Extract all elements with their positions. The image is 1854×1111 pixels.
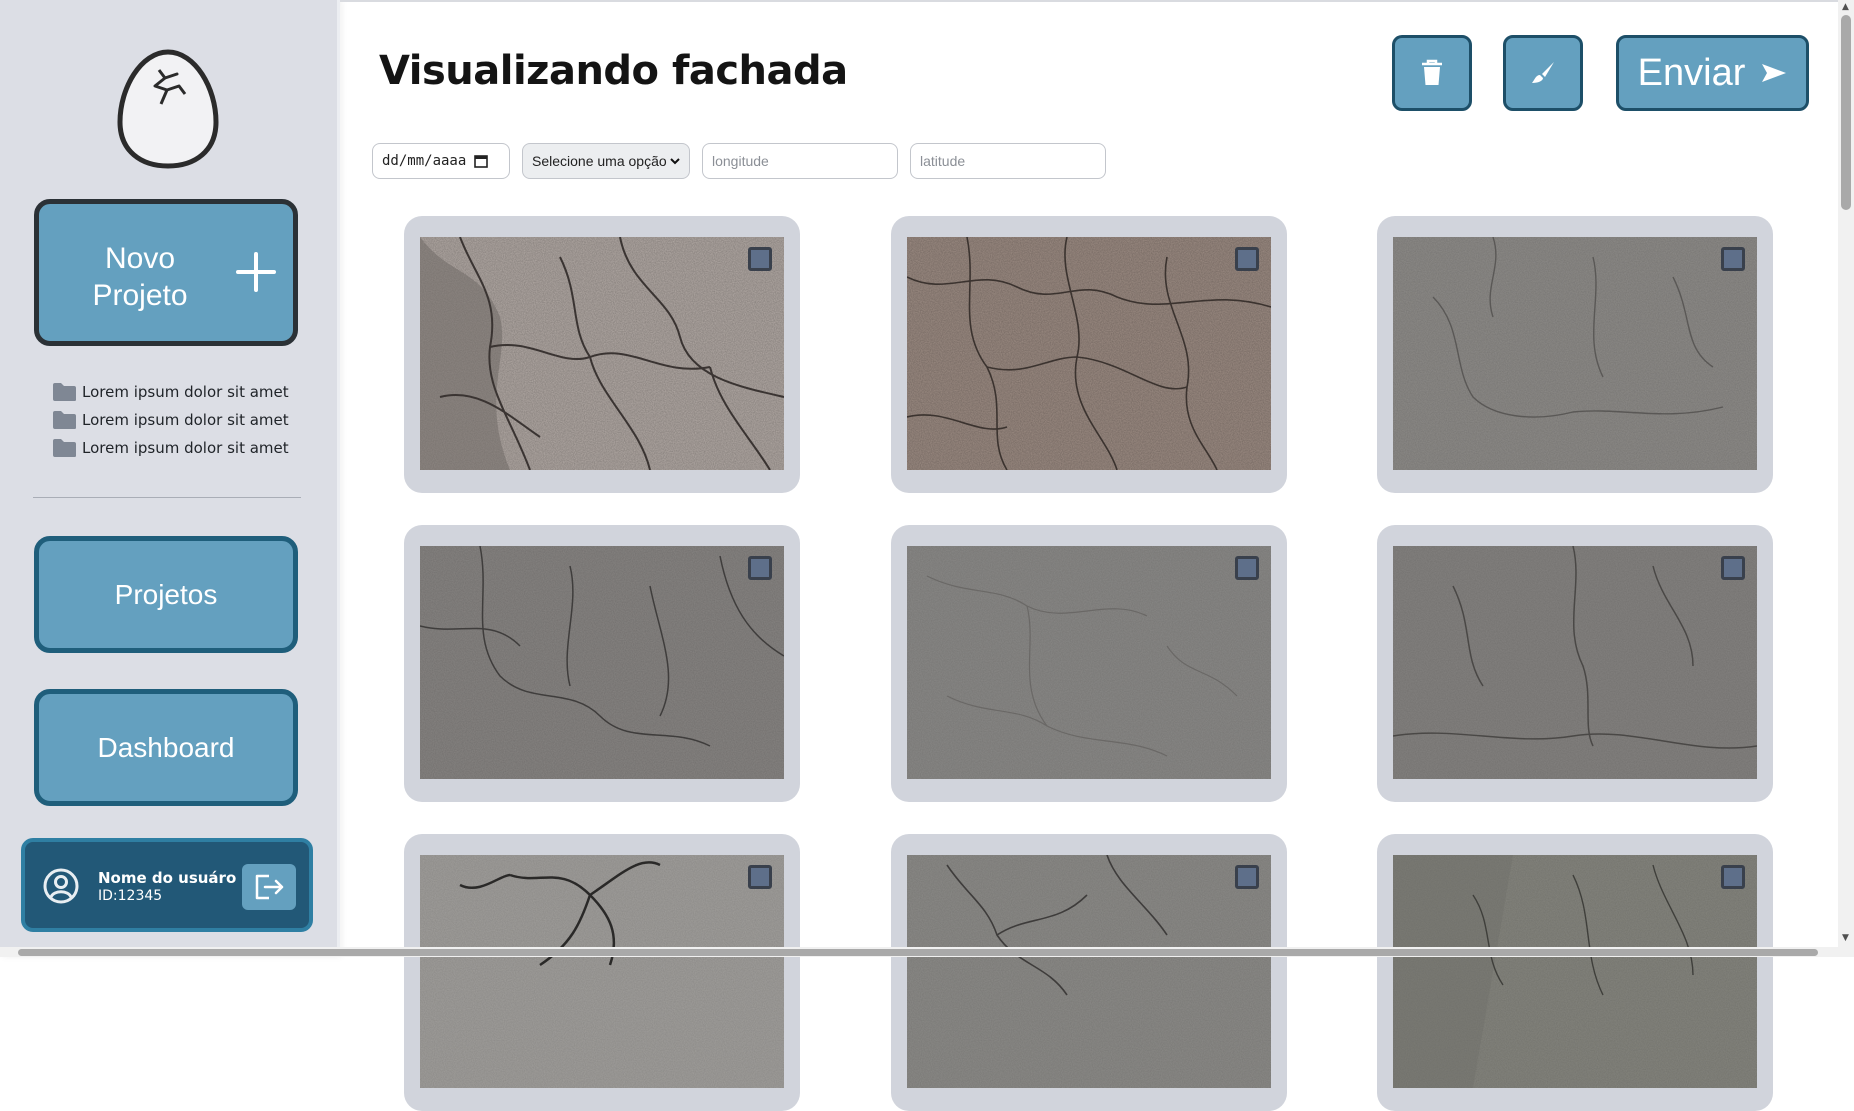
select-value: Selecione uma opção: [532, 153, 667, 169]
sidebar: Novo Projeto Lorem ipsum dolor sit amet …: [0, 0, 340, 957]
logout-button[interactable]: [242, 864, 296, 910]
image-checkbox[interactable]: [1235, 865, 1259, 889]
longitude-placeholder: longitude: [712, 153, 769, 169]
dashboard-label: Dashboard: [97, 731, 235, 763]
cracked-egg-logo: [115, 48, 221, 170]
send-arrow-icon: [1762, 64, 1787, 82]
delete-button[interactable]: [1392, 35, 1472, 111]
image-checkbox[interactable]: [1721, 247, 1745, 271]
trash-icon: [1422, 59, 1442, 85]
latitude-placeholder: latitude: [920, 153, 966, 169]
plus-icon: [236, 252, 276, 292]
image-checkbox[interactable]: [1721, 556, 1745, 580]
facade-photo: [907, 855, 1271, 1088]
image-checkbox[interactable]: [748, 865, 772, 889]
facade-photo: [907, 237, 1271, 470]
folder-label: Lorem ipsum dolor sit amet: [82, 411, 289, 429]
facade-photo: [420, 237, 784, 470]
projects-button[interactable]: Projetos: [34, 536, 298, 653]
image-checkbox[interactable]: [1235, 556, 1259, 580]
image-checkbox[interactable]: [748, 556, 772, 580]
image-card[interactable]: [891, 216, 1287, 493]
folder-icon: [53, 439, 76, 457]
vertical-scrollbar[interactable]: ▲ ▼: [1838, 0, 1854, 957]
image-checkbox[interactable]: [748, 247, 772, 271]
facade-photo: [420, 855, 784, 1088]
horizontal-scrollbar[interactable]: [0, 947, 1838, 957]
new-project-label: Novo Projeto: [92, 242, 188, 312]
image-checkbox[interactable]: [1235, 247, 1259, 271]
image-card[interactable]: [1377, 834, 1773, 1111]
folder-item[interactable]: Lorem ipsum dolor sit amet: [52, 434, 322, 462]
folder-icon: [53, 411, 76, 429]
date-input[interactable]: dd/mm/aaaa: [372, 143, 510, 179]
chevron-down-icon: [670, 158, 680, 165]
user-avatar-icon: [43, 868, 79, 904]
logout-icon: [255, 874, 284, 900]
image-card[interactable]: [1377, 525, 1773, 802]
folder-icon: [53, 383, 76, 401]
folder-label: Lorem ipsum dolor sit amet: [82, 439, 289, 457]
paint-button[interactable]: [1503, 35, 1583, 111]
latitude-input[interactable]: latitude: [910, 143, 1106, 179]
facade-photo: [907, 546, 1271, 779]
new-project-button[interactable]: Novo Projeto: [34, 199, 298, 346]
folder-item[interactable]: Lorem ipsum dolor sit amet: [52, 406, 322, 434]
facade-photo: [1393, 855, 1757, 1088]
scroll-down-icon[interactable]: ▼: [1842, 934, 1849, 943]
folder-label: Lorem ipsum dolor sit amet: [82, 383, 289, 401]
image-checkbox[interactable]: [1721, 865, 1745, 889]
page-title: Visualizando fachada: [379, 48, 848, 94]
facade-photo: [1393, 546, 1757, 779]
brush-icon: [1532, 62, 1554, 83]
facade-photo: [1393, 237, 1757, 470]
image-card[interactable]: [404, 216, 800, 493]
folder-item[interactable]: Lorem ipsum dolor sit amet: [52, 378, 322, 406]
image-card[interactable]: [891, 525, 1287, 802]
scroll-up-icon[interactable]: ▲: [1842, 3, 1849, 12]
option-select[interactable]: Selecione uma opção: [522, 143, 690, 179]
send-button[interactable]: Enviar: [1616, 35, 1809, 111]
send-label: Enviar: [1637, 51, 1746, 94]
user-name: Nome do usuáro: [98, 869, 237, 887]
image-card[interactable]: [1377, 216, 1773, 493]
calendar-icon[interactable]: [474, 154, 489, 168]
image-card[interactable]: [404, 525, 800, 802]
user-id: ID:12345: [98, 888, 163, 904]
image-card[interactable]: [404, 834, 800, 1111]
top-border: [340, 0, 1854, 2]
longitude-input[interactable]: longitude: [702, 143, 898, 179]
sidebar-divider: [33, 497, 301, 498]
vertical-scroll-thumb[interactable]: [1841, 15, 1851, 210]
facade-photo: [420, 546, 784, 779]
dashboard-button[interactable]: Dashboard: [34, 689, 298, 806]
user-card: Nome do usuáro ID:12345: [21, 838, 313, 932]
image-card[interactable]: [891, 834, 1287, 1111]
date-placeholder: dd/mm/aaaa: [382, 153, 467, 169]
horizontal-scroll-thumb[interactable]: [18, 949, 1818, 956]
project-folder-list: Lorem ipsum dolor sit amet Lorem ipsum d…: [52, 378, 322, 462]
projects-label: Projetos: [114, 578, 218, 610]
